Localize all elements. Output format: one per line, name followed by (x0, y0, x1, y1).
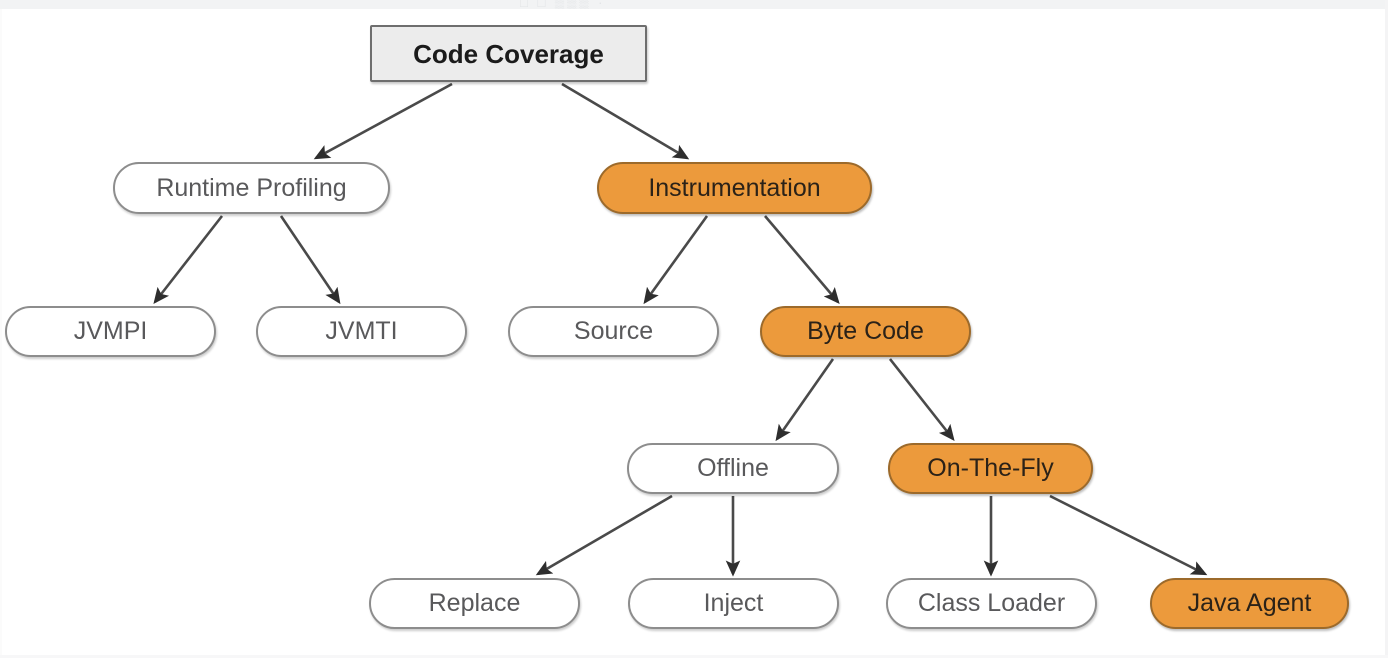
edge-runtime-profiling-to-jvmpi (153, 215, 224, 305)
node-code-coverage[interactable]: Code Coverage (370, 25, 647, 82)
node-source[interactable]: Source (508, 306, 719, 357)
node-jvmti[interactable]: JVMTI (256, 306, 467, 357)
edge-byte-code-to-on-the-fly (888, 358, 955, 442)
top-crop-artifact-text: □ □ ▒▒▒ · (520, 0, 606, 9)
node-on-the-fly[interactable]: On-The-Fly (888, 443, 1093, 494)
node-label-java-agent: Java Agent (1187, 589, 1312, 617)
node-label-instrumentation: Instrumentation (648, 173, 821, 202)
canvas-left-edge (0, 9, 2, 658)
edge-instrumentation-to-source (643, 215, 709, 305)
node-byte-code[interactable]: Byte Code (760, 306, 971, 357)
diagram-canvas: □ □ ▒▒▒ · Code Coverage Runtime Profiling… (0, 0, 1388, 658)
node-label-class-loader: Class Loader (917, 589, 1066, 617)
node-label-source: Source (573, 317, 654, 345)
edge-code-coverage-to-instrumentation (561, 82, 690, 160)
edge-runtime-profiling-to-jvmti (279, 215, 341, 305)
node-java-agent[interactable]: Java Agent (1150, 578, 1349, 629)
node-label-code-coverage: Code Coverage (413, 38, 604, 69)
node-runtime-profiling[interactable]: Runtime Profiling (113, 162, 390, 214)
node-label-jvmti: JVMTI (325, 317, 398, 345)
node-label-runtime-profiling: Runtime Profiling (156, 173, 347, 202)
node-label-jvmpi: JVMPI (73, 317, 148, 345)
node-label-inject: Inject (703, 589, 764, 617)
node-instrumentation[interactable]: Instrumentation (597, 162, 872, 214)
node-label-offline: Offline (697, 454, 769, 482)
top-crop-artifact: □ □ ▒▒▒ · (0, 0, 1388, 9)
node-jvmpi[interactable]: JVMPI (5, 306, 216, 357)
edge-instrumentation-to-byte-code (764, 215, 840, 304)
edge-offline-to-replace (535, 494, 673, 576)
node-label-byte-code: Byte Code (807, 317, 924, 345)
node-offline[interactable]: Offline (627, 443, 839, 494)
edge-code-coverage-to-runtime-profiling (313, 82, 453, 160)
node-label-replace: Replace (428, 589, 521, 617)
node-inject[interactable]: Inject (628, 578, 839, 629)
node-label-on-the-fly: On-The-Fly (927, 454, 1054, 482)
edge-byte-code-to-offline (775, 358, 835, 442)
edge-on-the-fly-to-java-agent (1049, 494, 1208, 576)
node-class-loader[interactable]: Class Loader (886, 578, 1097, 629)
node-replace[interactable]: Replace (369, 578, 580, 629)
